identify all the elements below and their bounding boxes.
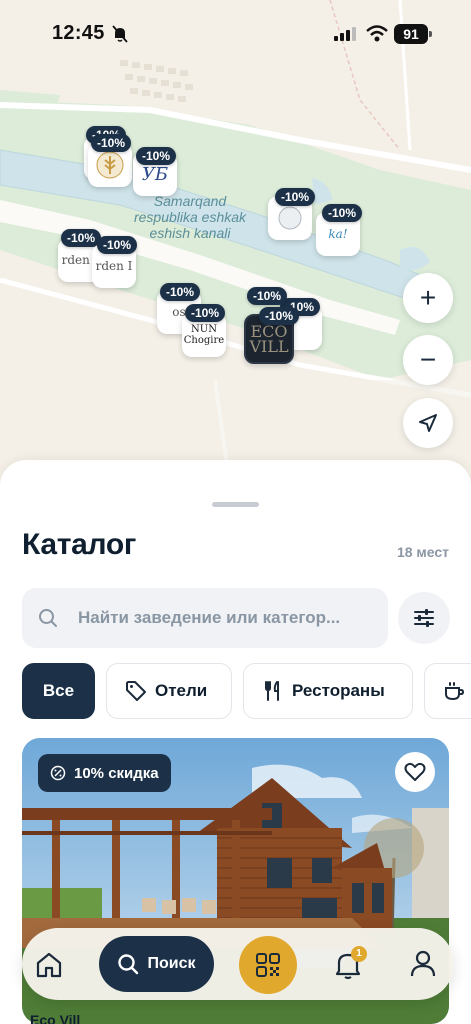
- discount-badge: -10%: [136, 147, 177, 165]
- discount-badge: -10%: [97, 236, 138, 254]
- search-icon: [118, 954, 139, 975]
- discount-label: 10% скидка: [74, 764, 159, 782]
- coffee-icon: [445, 682, 465, 701]
- status-time: 12:45: [52, 22, 105, 44]
- bell-muted-icon: [112, 25, 128, 43]
- chip-hotels[interactable]: Отели: [106, 663, 232, 719]
- discount-badge: -10%: [91, 134, 132, 152]
- qr-code-icon: [256, 953, 280, 977]
- battery-indicator: 91: [394, 24, 432, 44]
- chip-cafes[interactable]: [424, 663, 471, 719]
- signal-icon: [334, 27, 356, 41]
- page-title: Каталог: [22, 528, 137, 561]
- plus-icon: +: [419, 282, 437, 313]
- chip-label: Все: [42, 681, 75, 700]
- home-icon[interactable]: [34, 950, 64, 980]
- chip-all[interactable]: Все: [22, 663, 95, 719]
- wheat-logo-icon: [96, 151, 124, 179]
- hotel-logo-icon: [278, 206, 302, 230]
- favorite-button[interactable]: [395, 752, 435, 792]
- navigation-arrow-icon: [419, 414, 437, 432]
- search-placeholder: Найти заведение или категор...: [78, 608, 341, 627]
- heart-icon: [404, 762, 426, 781]
- discount-badge: -10%: [322, 204, 363, 222]
- places-count: 18 мест: [396, 544, 449, 560]
- notification-badge: 1: [351, 946, 367, 962]
- profile-icon[interactable]: [410, 950, 436, 978]
- discount-badge: -10%: [61, 229, 102, 247]
- nav-search-label: Поиск: [147, 955, 196, 972]
- map-view[interactable]: Samarqand respublika eshkak eshish kanal…: [0, 0, 471, 520]
- map-water-label: Samarqand respublika eshkak eshish kanal…: [133, 193, 247, 241]
- discount-badge: -10%: [259, 307, 300, 325]
- tag-icon: [126, 681, 146, 701]
- minus-icon: −: [419, 344, 437, 375]
- discount-badge: 10% скидка: [38, 754, 171, 792]
- nav-search-button[interactable]: Поиск: [99, 936, 214, 992]
- category-chips: Все Отели Рестораны: [22, 663, 471, 719]
- chip-label: Рестораны: [292, 681, 385, 700]
- search-input[interactable]: Найти заведение или категор...: [22, 588, 388, 648]
- wifi-icon: [366, 25, 388, 42]
- zoom-in-button[interactable]: +: [403, 273, 453, 323]
- zoom-out-button[interactable]: −: [403, 335, 453, 385]
- chip-restaurants[interactable]: Рестораны: [243, 663, 413, 719]
- sliders-icon: [414, 609, 434, 627]
- discount-badge: -10%: [185, 304, 226, 322]
- status-bar: 12:45 91: [0, 0, 471, 60]
- search-icon: [39, 609, 57, 627]
- fork-knife-icon: [265, 681, 279, 701]
- discount-badge: -10%: [275, 188, 316, 206]
- qr-scan-button[interactable]: [239, 936, 297, 994]
- card-title[interactable]: Eco Vill: [30, 1012, 80, 1024]
- chip-label: Отели: [155, 681, 208, 700]
- percent-icon: [50, 765, 66, 781]
- locate-me-button[interactable]: [403, 398, 453, 448]
- filter-button[interactable]: [398, 592, 450, 644]
- bottom-navigation: Поиск 1: [22, 928, 454, 1000]
- sheet-drag-handle[interactable]: [212, 502, 259, 507]
- discount-badge: -10%: [247, 287, 288, 305]
- discount-badge: -10%: [160, 283, 201, 301]
